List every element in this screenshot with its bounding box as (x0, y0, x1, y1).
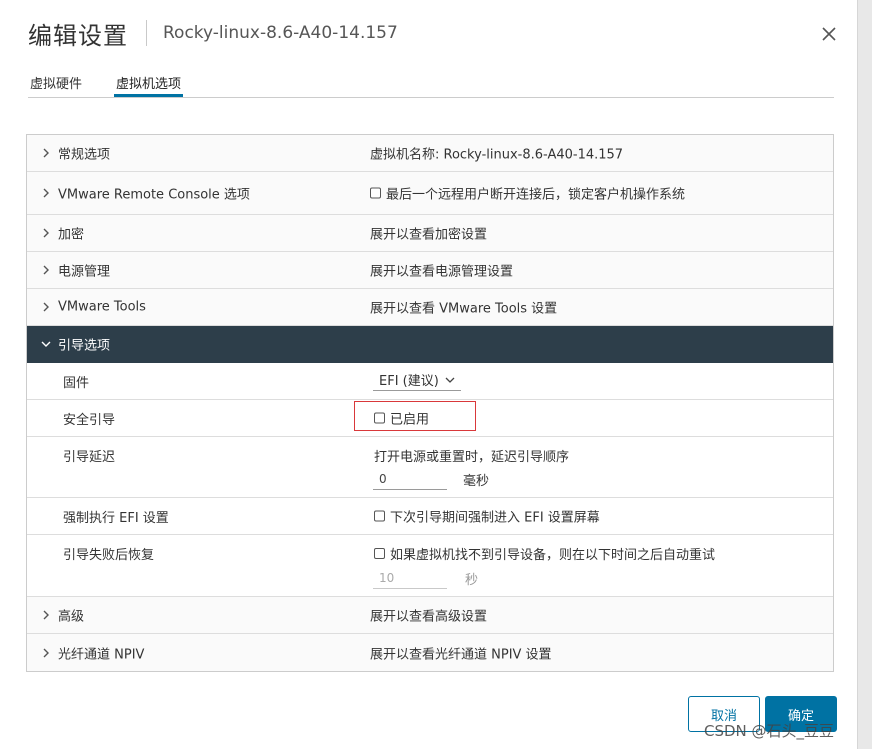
force-efi-value: 下次引导期间强制进入 EFI 设置屏幕 (374, 507, 600, 526)
section-power[interactable]: 电源管理 展开以查看电源管理设置 (27, 252, 833, 289)
firmware-select[interactable]: EFI (建议) (373, 369, 461, 391)
boot-delay-label: 引导延迟 (63, 450, 116, 465)
vmrc-lock-checkbox[interactable] (370, 187, 381, 199)
boot-delay-row: 引导延迟 打开电源或重置时，延迟引导顺序 毫秒 (27, 437, 833, 498)
section-general-value: 虚拟机名称: Rocky-linux-8.6-A40-14.157 (370, 147, 624, 163)
section-encryption[interactable]: 加密 展开以查看加密设置 (27, 215, 833, 252)
section-boot-label: 引导选项 (58, 338, 111, 354)
dialog-header: 编辑设置 Rocky-linux-8.6-A40-14.157 (28, 16, 398, 50)
vm-name-subtitle: Rocky-linux-8.6-A40-14.157 (163, 23, 398, 43)
secure-boot-highlight-box (354, 401, 476, 431)
section-vmrc-label: VMware Remote Console 选项 (58, 187, 250, 203)
failed-boot-unit: 秒 (465, 573, 479, 588)
section-tools-label: VMware Tools (58, 299, 146, 315)
failed-boot-value: 如果虚拟机找不到引导设备，则在以下时间之后自动重试 (374, 544, 715, 563)
section-npiv-label: 光纤通道 NPIV (58, 647, 145, 662)
vmrc-lock-label: 最后一个远程用户断开连接后，锁定客户机操作系统 (386, 187, 686, 203)
section-power-value: 展开以查看电源管理设置 (370, 264, 514, 280)
chevron-right-icon (43, 188, 49, 198)
boot-firmware-row: 固件 EFI (建议) (27, 363, 833, 400)
chevron-right-icon (43, 648, 49, 657)
section-npiv[interactable]: 光纤通道 NPIV 展开以查看光纤通道 NPIV 设置 (27, 634, 833, 671)
chevron-down-icon (41, 341, 51, 347)
chevron-right-icon (43, 265, 49, 275)
section-vmrc[interactable]: VMware Remote Console 选项 最后一个远程用户断开连接后，锁… (27, 172, 833, 215)
section-vmrc-value: 最后一个远程用户断开连接后，锁定客户机操作系统 (370, 184, 685, 203)
section-boot[interactable]: 引导选项 (27, 326, 833, 363)
section-encryption-value: 展开以查看加密设置 (370, 227, 488, 243)
section-tools[interactable]: VMware Tools 展开以查看 VMware Tools 设置 (27, 289, 833, 326)
firmware-select-value: EFI (建议) (379, 374, 439, 389)
tab-vm-options[interactable]: 虚拟机选项 (114, 70, 184, 97)
tab-virtual-hardware[interactable]: 虚拟硬件 (28, 70, 84, 97)
chevron-right-icon (43, 302, 49, 312)
chevron-down-icon (445, 377, 455, 383)
boot-delay-description: 打开电源或重置时，延迟引导顺序 (374, 450, 570, 465)
secure-boot-label: 安全引导 (63, 413, 116, 428)
force-efi-checkbox[interactable] (374, 510, 385, 522)
tab-bar: 虚拟硬件 虚拟机选项 (28, 70, 834, 98)
failed-boot-checkbox[interactable] (374, 548, 385, 559)
section-advanced[interactable]: 高级 展开以查看高级设置 (27, 597, 833, 634)
failed-boot-row: 引导失败后恢复 如果虚拟机找不到引导设备，则在以下时间之后自动重试 秒 (27, 535, 833, 597)
force-efi-row: 强制执行 EFI 设置 下次引导期间强制进入 EFI 设置屏幕 (27, 498, 833, 535)
chevron-right-icon (43, 610, 49, 620)
section-encryption-label: 加密 (58, 227, 85, 243)
watermark: CSDN @石头_豆豆 (704, 722, 835, 740)
firmware-label: 固件 (63, 376, 90, 391)
chevron-right-icon (43, 228, 49, 238)
close-icon (822, 27, 836, 41)
section-general-label: 常规选项 (58, 147, 111, 163)
failed-boot-retry-input (373, 567, 447, 589)
boot-delay-unit: 毫秒 (463, 474, 490, 489)
failed-boot-checkbox-label: 如果虚拟机找不到引导设备，则在以下时间之后自动重试 (390, 548, 716, 563)
title-divider (146, 20, 147, 46)
failed-boot-label: 引导失败后恢复 (63, 548, 155, 563)
force-efi-label: 强制执行 EFI 设置 (63, 511, 169, 526)
close-button[interactable] (815, 20, 843, 48)
section-power-label: 电源管理 (58, 264, 111, 280)
section-advanced-value: 展开以查看高级设置 (370, 609, 488, 625)
section-tools-value: 展开以查看 VMware Tools 设置 (370, 301, 558, 317)
chevron-right-icon (43, 148, 49, 158)
background-window-strip (857, 0, 872, 749)
force-efi-checkbox-label: 下次引导期间强制进入 EFI 设置屏幕 (390, 510, 600, 526)
vm-options-panel: 常规选项 虚拟机名称: Rocky-linux-8.6-A40-14.157 V… (26, 134, 834, 672)
section-general[interactable]: 常规选项 虚拟机名称: Rocky-linux-8.6-A40-14.157 (27, 135, 833, 172)
section-advanced-label: 高级 (58, 609, 85, 625)
section-npiv-value: 展开以查看光纤通道 NPIV 设置 (370, 647, 552, 662)
boot-delay-input[interactable] (373, 468, 447, 490)
dialog-title: 编辑设置 (28, 21, 128, 50)
